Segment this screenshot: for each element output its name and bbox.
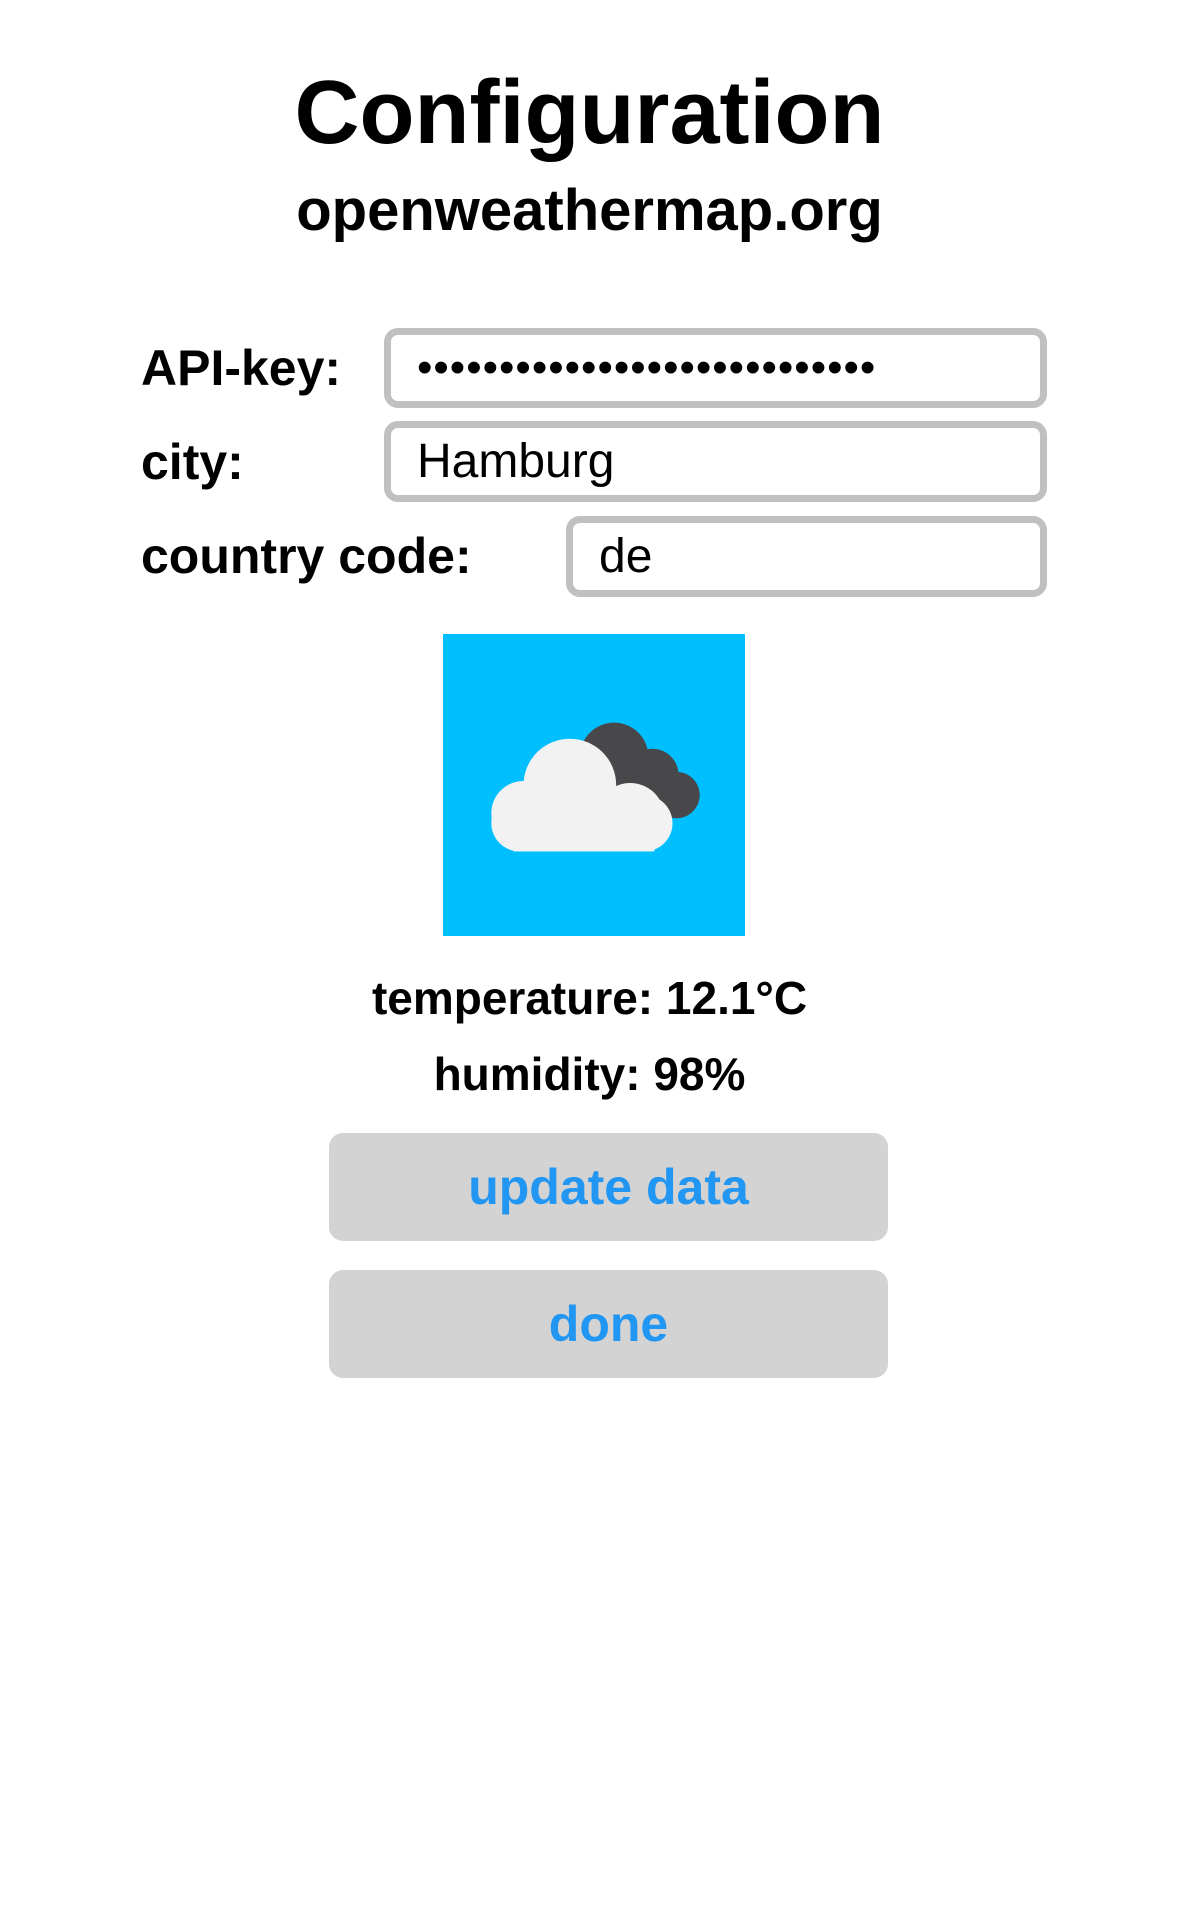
country-code-label: country code: — [141, 528, 472, 584]
page-title: Configuration — [294, 63, 885, 163]
page-subtitle: openweathermap.org — [296, 178, 883, 243]
city-label: city: — [141, 434, 244, 490]
city-input[interactable] — [384, 421, 1047, 502]
done-button[interactable]: done — [329, 1270, 888, 1378]
humidity-text: humidity: 98% — [433, 1048, 746, 1100]
api-key-label: API-key: — [141, 340, 342, 396]
temperature-text: temperature: 12.1°C — [371, 972, 808, 1024]
country-code-input[interactable] — [566, 516, 1047, 597]
cloud-icon — [491, 722, 700, 852]
api-key-input[interactable] — [384, 328, 1047, 408]
weather-icon-box — [443, 634, 745, 936]
update-data-button[interactable]: update data — [329, 1133, 888, 1241]
